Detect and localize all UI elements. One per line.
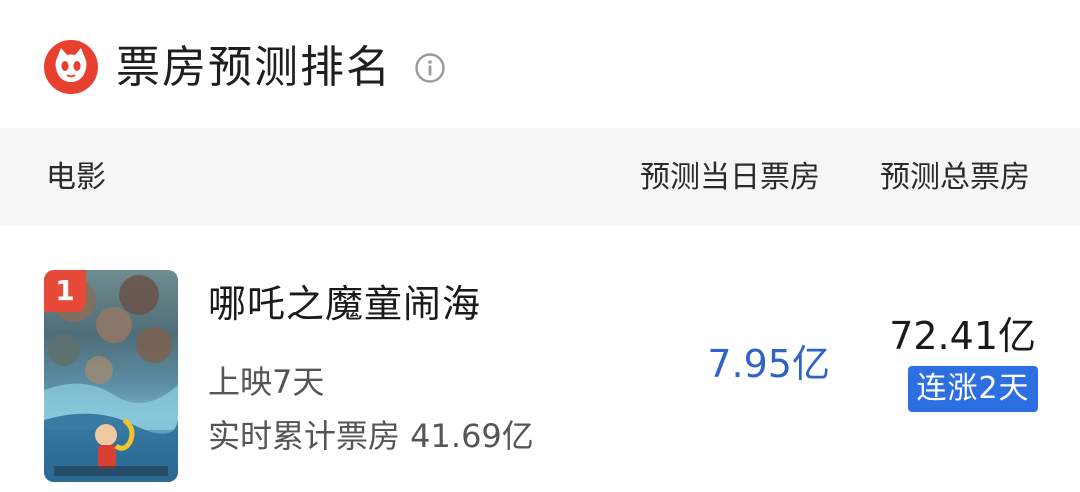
column-header-daily[interactable]: 预测当日票房 <box>640 158 820 198</box>
trend-badge: 连涨2天 <box>908 366 1038 412</box>
movie-title[interactable]: 哪吒之魔童闹海 <box>208 278 481 330</box>
cumulative-box-office: 实时累计票房 41.69亿 <box>208 417 534 455</box>
days-showing: 上映7天 <box>208 363 325 401</box>
page-header: 票房预测排名 <box>0 0 1080 128</box>
page-title: 票房预测排名 <box>116 42 392 93</box>
table-row[interactable]: 1 哪吒之魔童闹海 上映7天 实时累计票房 41.69亿 7.95亿 72.41… <box>0 226 1080 492</box>
predicted-daily-box-office: 7.95亿 <box>707 342 830 386</box>
cat-logo-icon <box>44 40 98 94</box>
predicted-total-box-office: 72.41亿 <box>889 314 1036 358</box>
movie-poster[interactable]: 1 <box>44 270 178 482</box>
column-header-movie[interactable]: 电影 <box>46 158 106 198</box>
table-header: 电影 预测当日票房 预测总票房 <box>0 128 1080 226</box>
info-icon[interactable] <box>414 52 446 84</box>
rank-badge: 1 <box>44 270 86 312</box>
column-header-total[interactable]: 预测总票房 <box>880 158 1030 198</box>
